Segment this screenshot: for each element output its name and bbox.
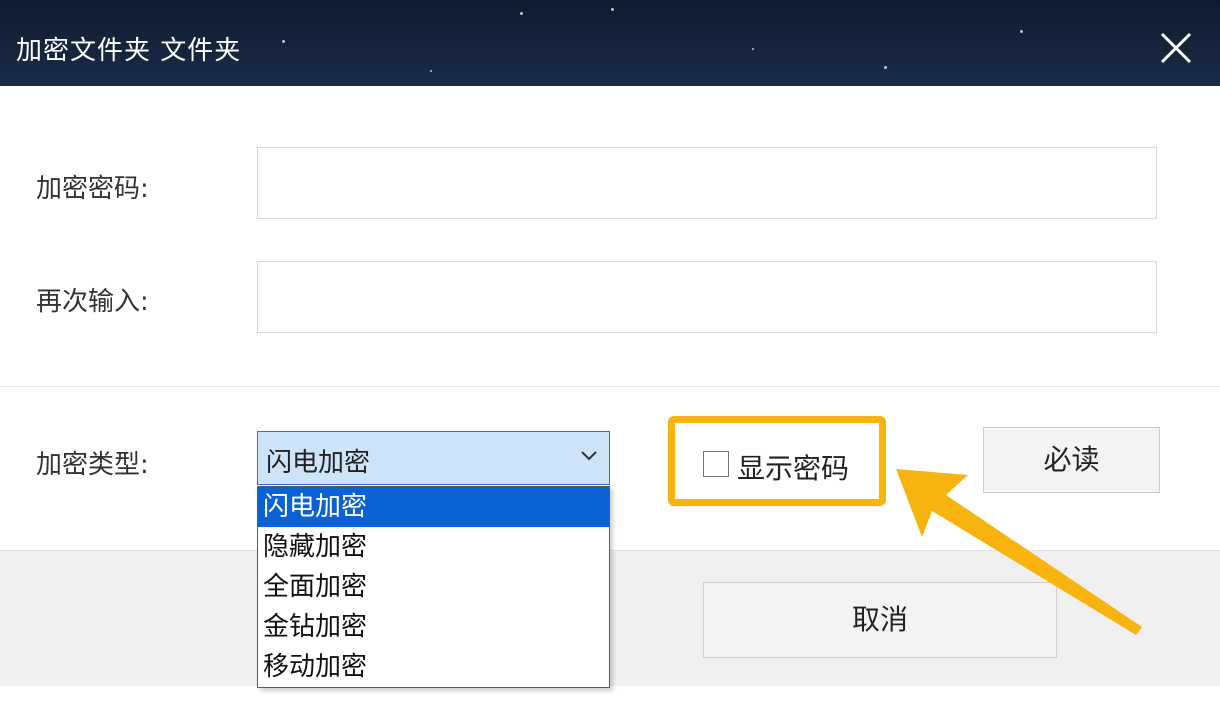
dropdown-option-hidden[interactable]: 隐藏加密 bbox=[258, 527, 609, 567]
window-title: 加密文件夹 文件夹 bbox=[16, 36, 242, 66]
dropdown-option-flash[interactable]: 闪电加密 bbox=[258, 487, 609, 527]
dropdown-option-full[interactable]: 全面加密 bbox=[258, 567, 609, 607]
chevron-down-icon bbox=[581, 451, 597, 461]
arrow-annotation-icon bbox=[896, 469, 1142, 635]
show-password-label[interactable]: 显示密码 bbox=[737, 447, 849, 487]
password-input[interactable] bbox=[257, 147, 1157, 219]
close-icon bbox=[1160, 32, 1192, 64]
dropdown-option-diamond[interactable]: 金钻加密 bbox=[258, 607, 609, 647]
dropdown-option-mobile[interactable]: 移动加密 bbox=[258, 647, 609, 687]
password-label: 加密密码: bbox=[36, 174, 149, 204]
confirm-password-input[interactable] bbox=[257, 261, 1157, 333]
show-password-checkbox[interactable] bbox=[703, 451, 729, 477]
encryption-type-label: 加密类型: bbox=[36, 450, 149, 480]
encryption-type-select[interactable]: 闪电加密 bbox=[257, 431, 610, 485]
password-section bbox=[0, 86, 1220, 387]
close-button[interactable] bbox=[1152, 24, 1200, 72]
encryption-type-dropdown: 闪电加密 隐藏加密 全面加密 金钻加密 移动加密 bbox=[257, 486, 610, 688]
confirm-password-label: 再次输入: bbox=[36, 287, 149, 317]
encryption-type-value: 闪电加密 bbox=[266, 448, 371, 478]
title-bar: 加密文件夹 文件夹 bbox=[0, 0, 1220, 86]
